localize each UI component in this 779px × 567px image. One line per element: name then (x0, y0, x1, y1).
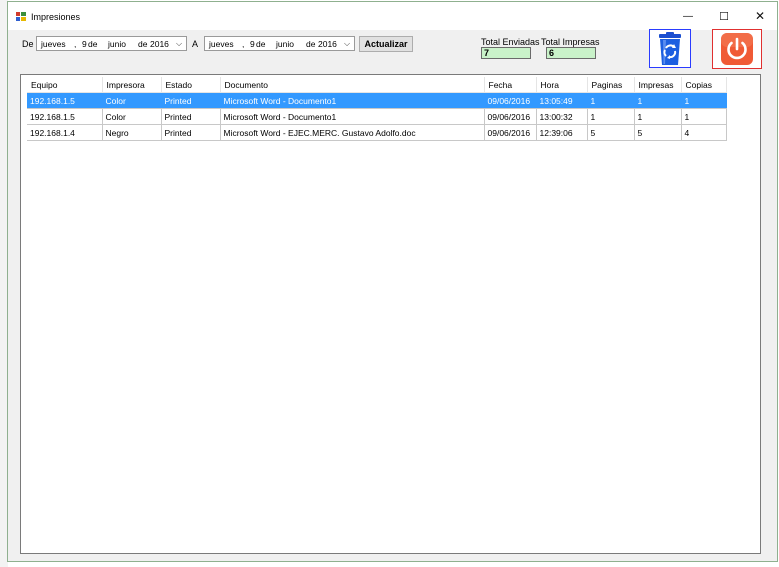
cell-paginas: 5 (587, 124, 635, 141)
to-weekday: jueves (209, 39, 234, 49)
window-title: Impresiones (31, 12, 81, 22)
refresh-button[interactable]: Actualizar (359, 36, 413, 52)
title-bar: Impresiones — ☐ ✕ (8, 2, 777, 30)
to-de2: de (306, 39, 316, 49)
cell-estado: Printed (161, 108, 221, 125)
from-de1: de (88, 39, 98, 49)
from-day: 9 (82, 39, 87, 49)
exit-button[interactable] (712, 29, 762, 69)
cell-impresora: Color (102, 92, 162, 109)
maximize-icon: ☐ (719, 10, 729, 23)
column-header-estado[interactable]: Estado (161, 77, 221, 93)
from-weekday: jueves (41, 39, 66, 49)
cell-copias: 1 (681, 108, 727, 125)
from-label: De (22, 39, 34, 49)
chevron-down-icon[interactable]: ⌵ (173, 38, 185, 50)
to-month: junio (276, 39, 294, 49)
total-sent-value: 7 (481, 47, 531, 59)
cell-estado: Printed (161, 124, 221, 141)
cell-impresora: Negro (102, 124, 162, 141)
from-month: junio (108, 39, 126, 49)
power-icon (721, 33, 753, 65)
minimize-button[interactable]: — (670, 2, 706, 30)
cell-paginas: 1 (587, 92, 635, 109)
table-row[interactable]: 192.168.1.4 Negro Printed Microsoft Word… (27, 124, 727, 141)
print-jobs-table: Equipo Impresora Estado Documento Fecha … (27, 77, 727, 141)
cell-impresas: 5 (634, 124, 682, 141)
cell-hora: 13:05:49 (536, 92, 588, 109)
column-header-copias[interactable]: Copias (681, 77, 727, 93)
close-window-button[interactable]: ✕ (742, 2, 778, 30)
from-year: 2016 (150, 39, 169, 49)
cell-fecha: 09/06/2016 (484, 124, 537, 141)
cell-copias: 4 (681, 124, 727, 141)
total-sent-label: Total Enviadas (481, 37, 540, 47)
cell-equipo: 192.168.1.4 (27, 124, 103, 141)
chevron-down-icon[interactable]: ⌵ (341, 38, 353, 50)
cell-fecha: 09/06/2016 (484, 92, 537, 109)
app-icon (15, 11, 27, 22)
maximize-button[interactable]: ☐ (706, 2, 742, 30)
cell-equipo: 192.168.1.5 (27, 92, 103, 109)
cell-paginas: 1 (587, 108, 635, 125)
from-date-picker[interactable]: jueves , 9 de junio de 2016 ⌵ (36, 36, 187, 51)
column-header-hora[interactable]: Hora (536, 77, 588, 93)
from-de2: de (138, 39, 148, 49)
to-year: 2016 (318, 39, 337, 49)
table-row[interactable]: 192.168.1.5 Color Printed Microsoft Word… (27, 108, 727, 125)
clear-button[interactable] (649, 29, 691, 68)
cell-documento: Microsoft Word - Documento1 (220, 108, 485, 125)
impresiones-window: Impresiones — ☐ ✕ De jueves , 9 de junio… (7, 1, 778, 562)
cell-impresas: 1 (634, 108, 682, 125)
cell-estado: Printed (161, 92, 221, 109)
total-printed-value: 6 (546, 47, 596, 59)
to-date-picker[interactable]: jueves , 9 de junio de 2016 ⌵ (204, 36, 355, 51)
cell-hora: 12:39:06 (536, 124, 588, 141)
cell-copias: 1 (681, 92, 727, 109)
recycle-bin-icon (659, 31, 681, 65)
table-row[interactable]: 192.168.1.5 Color Printed Microsoft Word… (27, 92, 727, 109)
column-header-paginas[interactable]: Paginas (587, 77, 635, 93)
column-header-fecha[interactable]: Fecha (484, 77, 537, 93)
minimize-icon: — (683, 10, 693, 22)
column-header-equipo[interactable]: Equipo (27, 77, 103, 93)
cell-documento: Microsoft Word - Documento1 (220, 92, 485, 109)
cell-documento: Microsoft Word - EJEC.MERC. Gustavo Adol… (220, 124, 485, 141)
close-icon: ✕ (754, 9, 766, 23)
to-label: A (192, 39, 199, 49)
total-printed-label: Total Impresas (541, 37, 600, 47)
from-sep: , (74, 39, 77, 49)
to-day: 9 (250, 39, 255, 49)
cell-impresora: Color (102, 108, 162, 125)
print-jobs-list[interactable]: Equipo Impresora Estado Documento Fecha … (20, 74, 761, 554)
column-header-impresas[interactable]: Impresas (634, 77, 682, 93)
cell-fecha: 09/06/2016 (484, 108, 537, 125)
table-header-row: Equipo Impresora Estado Documento Fecha … (27, 77, 727, 93)
to-sep: , (242, 39, 245, 49)
column-header-impresora[interactable]: Impresora (102, 77, 162, 93)
column-header-documento[interactable]: Documento (220, 77, 485, 93)
cell-equipo: 192.168.1.5 (27, 108, 103, 125)
cell-hora: 13:00:32 (536, 108, 588, 125)
to-de1: de (256, 39, 266, 49)
cell-impresas: 1 (634, 92, 682, 109)
